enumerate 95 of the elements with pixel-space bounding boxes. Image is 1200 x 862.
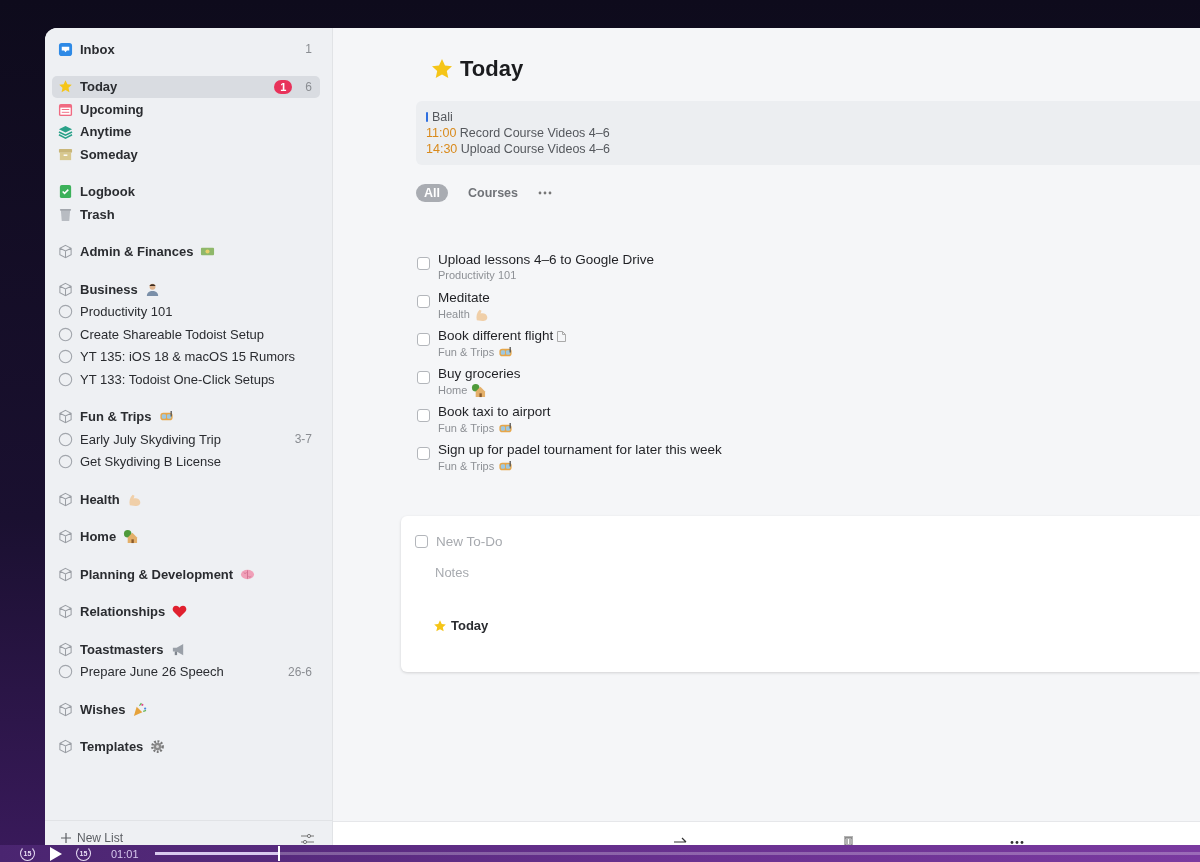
project-circle-icon [58,454,73,470]
task-project: Fun & Trips [438,346,495,359]
move-arrow-icon[interactable] [674,837,687,845]
new-list-button[interactable]: New List [61,831,123,845]
calendar-event: 11:00 Record Course Videos 4–6 [426,125,611,141]
project-circle-icon [58,371,73,387]
checkbox[interactable] [417,371,430,384]
layers-icon [58,124,73,140]
task-title: Meditate [438,289,490,307]
star-icon [430,57,454,81]
when-button[interactable]: Today [433,618,489,633]
area-item[interactable]: Home [52,525,320,548]
project-circle-icon [58,349,73,365]
project-item[interactable]: YT 135: iOS 18 & macOS 15 Rumors [52,345,320,368]
task-title: Sign up for padel tournament for later this week [438,441,722,459]
task-project: Fun & Trips [438,422,495,435]
logbook-icon [58,184,73,200]
star-icon [58,79,73,95]
project-item[interactable]: Productivity 101 [52,300,320,323]
project-circle-icon [58,664,73,680]
todo-title-field[interactable]: New To-Do [436,534,736,549]
checkbox[interactable] [417,447,430,460]
plus-icon [61,833,71,843]
project-item[interactable]: Early July Skydiving Trip 3-7 [52,428,320,451]
tag-filter[interactable]: Courses [460,184,526,202]
checkbox[interactable] [417,333,430,346]
task-project: Productivity 101 [438,269,517,282]
task-title: Book taxi to airport [438,403,551,421]
sidebar-item[interactable]: Trash [52,203,320,226]
project-circle-icon [58,431,73,447]
notes-field[interactable]: Notes [435,565,735,580]
area-item[interactable]: Wishes [52,698,320,721]
star-icon [433,618,447,633]
area-item[interactable]: Health [52,488,320,511]
area-cube-icon [58,641,73,657]
page-title: Today [460,56,524,82]
calendar-event: 14:30 Upload Course Videos 4–6 [426,141,611,157]
sidebar-item[interactable]: Someday [52,143,320,166]
gear-icon [150,739,166,755]
area-item[interactable]: Planning & Development [52,563,320,586]
task-project: Fun & Trips [438,460,495,473]
megaphone-icon [170,641,186,657]
project-item[interactable]: YT 133: Todoist One-Click Setups [52,368,320,391]
playback-time: 01:01 [111,847,139,860]
house-icon [471,383,487,398]
heart-icon [172,604,188,620]
task-project: Home [438,384,468,397]
project-item[interactable]: Prepare June 26 Speech 26-6 [52,660,320,683]
area-cube-icon [58,281,73,297]
trash-icon[interactable] [843,836,854,845]
sidebar-item[interactable]: Upcoming [52,98,320,121]
area-cube-icon [58,566,73,582]
sidebar-item[interactable]: Today 1 6 [52,75,320,98]
play-icon[interactable] [49,846,62,861]
area-item[interactable]: Templates [52,735,320,758]
project-circle-icon [58,304,73,320]
checkbox[interactable] [417,295,430,308]
area-cube-icon [58,701,73,717]
checkbox[interactable] [417,409,430,422]
area-cube-icon [58,409,73,425]
settings-icon[interactable] [301,833,314,845]
area-item[interactable]: Fun & Trips [52,405,320,428]
area-item[interactable]: Toastmasters [52,638,320,661]
task-project: Health [438,308,470,321]
area-item[interactable]: Business [52,278,320,301]
project-circle-icon [58,326,73,342]
task-title: Upload lessons 4–6 to Google Drive [438,251,655,269]
area-cube-icon [58,244,73,260]
count-badge: 1 [274,79,293,94]
area-cube-icon [58,739,73,755]
person-icon [144,281,160,297]
inbox-icon [58,41,73,57]
party-popper-icon [132,701,148,717]
task-title: Buy groceries [438,365,521,383]
task-title: Book different flight [438,327,554,345]
project-item[interactable]: Get Skydiving B License [52,450,320,473]
calendar-icon [58,101,73,117]
area-cube-icon [58,529,73,545]
sidebar-item[interactable]: Logbook [52,180,320,203]
checkbox[interactable] [417,257,430,270]
sidebar-item[interactable]: Inbox 1 [52,38,320,61]
more-icon[interactable] [1010,840,1024,845]
area-item[interactable]: Relationships [52,600,320,623]
note-icon [557,330,567,342]
sidebar-item[interactable]: Anytime [52,120,320,143]
checkbox[interactable] [415,535,428,548]
area-item[interactable]: Admin & Finances [52,240,320,263]
flexed-arm-icon [473,307,489,322]
project-item[interactable]: Create Shareable Todoist Setup [52,323,320,346]
house-icon [123,529,139,545]
area-cube-icon [58,604,73,620]
archive-box-icon [58,146,73,162]
calendar-name: Bali [432,109,453,125]
area-cube-icon [58,491,73,507]
trash-icon [58,206,73,222]
